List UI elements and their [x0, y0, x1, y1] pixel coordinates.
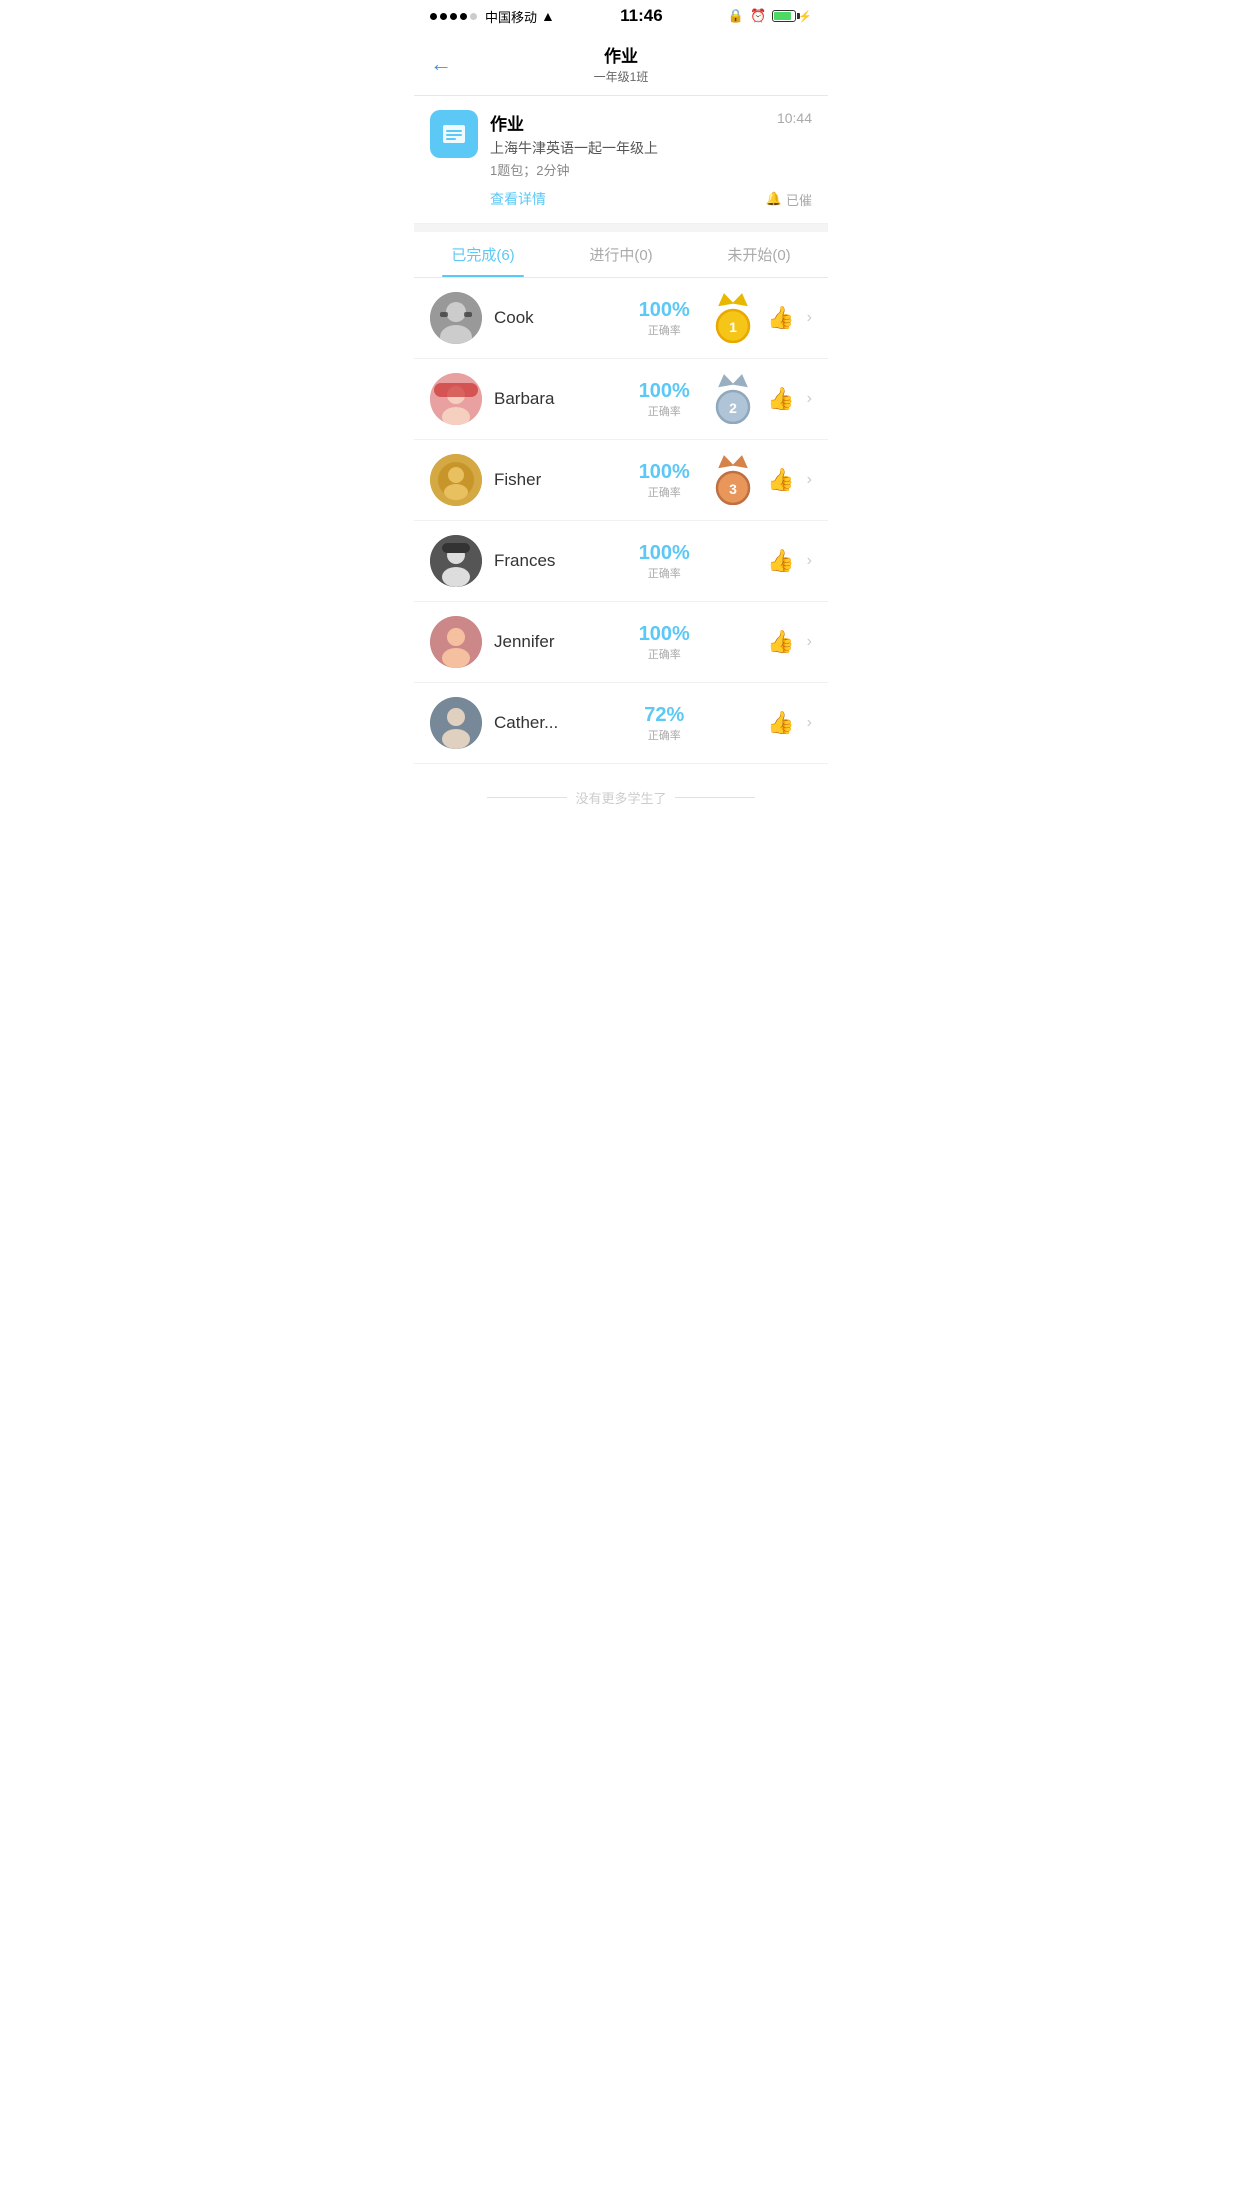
remind-area: 🔔 已催: [766, 190, 812, 209]
student-score: 100%: [629, 299, 699, 322]
row-actions: 👍 ›: [767, 386, 812, 412]
thumbs-up-button[interactable]: 👍: [767, 467, 794, 493]
tab-inprogress[interactable]: 进行中(0): [552, 232, 690, 277]
student-name: Jennifer: [494, 632, 617, 652]
student-avatar: [430, 454, 482, 506]
score-label: 正确率: [629, 565, 699, 581]
assignment-desc: 上海牛津英语一起一年级上: [490, 138, 812, 158]
charging-icon: ⚡: [798, 10, 812, 23]
student-avatar: [430, 292, 482, 344]
assignment-meta: 1题包；2分钟: [490, 160, 812, 179]
student-score-group: 100% 正确率: [629, 380, 699, 419]
tabs: 已完成(6) 进行中(0) 未开始(0): [414, 232, 828, 278]
student-score: 100%: [629, 542, 699, 565]
back-button[interactable]: ←: [430, 51, 452, 77]
svg-text:2: 2: [729, 400, 737, 416]
student-avatar: [430, 535, 482, 587]
row-actions: 👍 ›: [767, 467, 812, 493]
svg-text:1: 1: [729, 319, 737, 335]
assignment-footer: 查看详情 🔔 已催: [490, 189, 812, 209]
student-name: Cather...: [494, 713, 617, 733]
signal-dots: [430, 13, 477, 20]
nav-bar: ← 作业 一年级1班: [414, 32, 828, 96]
student-row[interactable]: Cather... 72% 正确率 👍 ›: [414, 683, 828, 764]
medal-bronze: 3: [711, 455, 755, 505]
thumbs-up-button[interactable]: 👍: [767, 710, 794, 736]
tab-notstarted[interactable]: 未开始(0): [690, 232, 828, 277]
row-actions: 👍 ›: [767, 629, 812, 655]
student-row[interactable]: Frances 100% 正确率 👍 ›: [414, 521, 828, 602]
student-name: Cook: [494, 308, 617, 328]
score-label: 正确率: [629, 403, 699, 419]
bell-icon: 🔔: [766, 191, 782, 207]
student-row[interactable]: Fisher 100% 正确率 3 👍 ›: [414, 440, 828, 521]
assignment-time: 10:44: [777, 110, 812, 126]
view-details-link[interactable]: 查看详情: [490, 189, 546, 209]
student-score: 100%: [629, 380, 699, 403]
student-score: 100%: [629, 623, 699, 646]
nav-title: 作业: [594, 42, 649, 67]
student-list: Cook 100% 正确率 1 👍 › Barbara: [414, 278, 828, 764]
student-avatar: [430, 373, 482, 425]
score-label: 正确率: [629, 484, 699, 500]
thumbs-up-button[interactable]: 👍: [767, 386, 794, 412]
assignment-header: 作业 10:44: [490, 110, 812, 135]
student-row[interactable]: Jennifer 100% 正确率 👍 ›: [414, 602, 828, 683]
student-score-group: 100% 正确率: [629, 623, 699, 662]
student-row[interactable]: Barbara 100% 正确率 2 👍 ›: [414, 359, 828, 440]
tab-completed[interactable]: 已完成(6): [414, 232, 552, 277]
thumbs-up-button[interactable]: 👍: [767, 548, 794, 574]
chevron-right-icon[interactable]: ›: [807, 471, 812, 489]
row-actions: 👍 ›: [767, 710, 812, 736]
remind-label: 已催: [786, 190, 812, 209]
student-name: Frances: [494, 551, 617, 571]
medal-gold: 1: [711, 293, 755, 343]
assignment-title: 作业: [490, 110, 524, 135]
thumbs-up-button[interactable]: 👍: [767, 629, 794, 655]
carrier-label: 中国移动: [485, 7, 537, 26]
student-score: 72%: [629, 704, 699, 727]
chevron-right-icon[interactable]: ›: [807, 390, 812, 408]
chevron-right-icon[interactable]: ›: [807, 633, 812, 651]
svg-text:3: 3: [729, 481, 737, 497]
student-avatar: [430, 616, 482, 668]
student-score-group: 100% 正确率: [629, 542, 699, 581]
nav-title-group: 作业 一年级1班: [594, 42, 649, 85]
assignment-card: 作业 10:44 上海牛津英语一起一年级上 1题包；2分钟 查看详情 🔔 已催: [414, 96, 828, 224]
student-row[interactable]: Cook 100% 正确率 1 👍 ›: [414, 278, 828, 359]
student-name: Fisher: [494, 470, 617, 490]
thumbs-up-button[interactable]: 👍: [767, 305, 794, 331]
assignment-icon: [430, 110, 478, 158]
chevron-right-icon[interactable]: ›: [807, 309, 812, 327]
score-label: 正确率: [629, 646, 699, 662]
assignment-info: 作业 10:44 上海牛津英语一起一年级上 1题包；2分钟 查看详情 🔔 已催: [490, 110, 812, 209]
row-actions: 👍 ›: [767, 305, 812, 331]
row-actions: 👍 ›: [767, 548, 812, 574]
student-score-group: 100% 正确率: [629, 299, 699, 338]
nav-subtitle: 一年级1班: [594, 68, 649, 85]
student-avatar: [430, 697, 482, 749]
status-left: 中国移动 ▲: [430, 7, 555, 26]
student-score: 100%: [629, 461, 699, 484]
no-more-label: 没有更多学生了: [575, 788, 666, 807]
student-name: Barbara: [494, 389, 617, 409]
section-divider: [414, 224, 828, 232]
wifi-icon: ▲: [541, 8, 555, 24]
clock: 11:46: [620, 6, 663, 26]
score-label: 正确率: [629, 322, 699, 338]
student-score-group: 100% 正确率: [629, 461, 699, 500]
medal-silver: 2: [711, 374, 755, 424]
status-right: 🔒 ⏰ ⚡: [728, 8, 812, 24]
status-bar: 中国移动 ▲ 11:46 🔒 ⏰ ⚡: [414, 0, 828, 32]
alarm-icon: ⏰: [750, 8, 766, 24]
student-score-group: 72% 正确率: [629, 704, 699, 743]
lock-icon: 🔒: [728, 8, 744, 24]
chevron-right-icon[interactable]: ›: [807, 552, 812, 570]
list-footer: 没有更多学生了: [414, 764, 828, 831]
score-label: 正确率: [629, 727, 699, 743]
chevron-right-icon[interactable]: ›: [807, 714, 812, 732]
battery: ⚡: [772, 10, 812, 23]
